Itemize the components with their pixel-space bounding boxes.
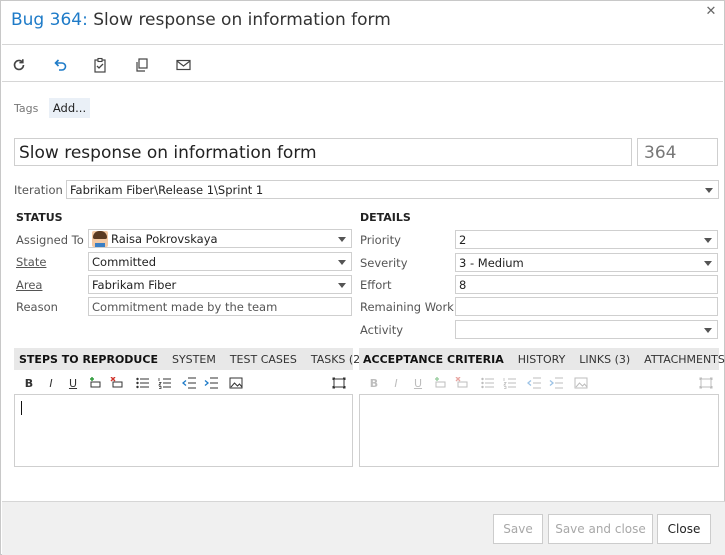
left-tab-bar: STEPS TO REPRODUCE SYSTEM TEST CASES TAS… — [14, 348, 364, 370]
text-caret — [21, 401, 22, 415]
chevron-down-icon — [704, 328, 712, 333]
tab-links[interactable]: LINKS (3) — [579, 353, 630, 366]
tab-history[interactable]: HISTORY — [518, 353, 566, 366]
id-field: 364 — [637, 138, 718, 166]
priority-value: 2 — [459, 233, 467, 247]
chevron-down-icon — [338, 283, 346, 288]
divider — [2, 81, 723, 82]
iteration-label: Iteration — [14, 183, 63, 197]
email-icon[interactable] — [174, 56, 192, 74]
tab-steps-to-reproduce[interactable]: STEPS TO REPRODUCE — [19, 353, 158, 366]
reason-label: Reason — [16, 300, 58, 314]
copy-icon[interactable] — [133, 56, 151, 74]
outdent-icon — [527, 376, 541, 390]
dialog-title-text: Slow response on information form — [93, 10, 391, 30]
add-tag-button[interactable]: Add... — [49, 98, 90, 118]
priority-select[interactable]: 2 — [455, 230, 718, 249]
effort-label: Effort — [360, 278, 392, 292]
reason-field[interactable]: Commitment made by the team — [88, 297, 352, 316]
iteration-value: Fabrikam Fiber\Release 1\Sprint 1 — [70, 183, 264, 197]
remaining-work-field[interactable] — [455, 297, 718, 316]
maximize-icon — [699, 376, 713, 390]
tab-acceptance-criteria[interactable]: ACCEPTANCE CRITERIA — [363, 353, 504, 366]
chevron-down-icon — [338, 237, 346, 242]
activity-label: Activity — [360, 323, 404, 337]
image-icon — [574, 376, 588, 390]
assigned-to-label: Assigned To — [16, 233, 84, 247]
severity-label: Severity — [360, 256, 408, 270]
chevron-down-icon — [338, 260, 346, 265]
underline-button: U — [413, 376, 423, 390]
maximize-icon[interactable] — [332, 376, 346, 390]
tab-attachments[interactable]: ATTACHMENTS — [644, 353, 725, 366]
italic-button: I — [394, 376, 398, 390]
steps-to-reproduce-editor[interactable] — [14, 394, 353, 467]
dialog-title: Bug 364: Slow response on information fo… — [11, 10, 391, 30]
italic-button[interactable]: I — [44, 376, 58, 390]
tab-tasks[interactable]: TASKS (2) — [311, 353, 365, 366]
chevron-down-icon — [704, 238, 712, 243]
outdent-icon[interactable] — [182, 376, 196, 390]
state-select[interactable]: Committed — [88, 252, 352, 271]
severity-value: 3 - Medium — [459, 256, 524, 270]
numbered-list-icon[interactable] — [157, 376, 171, 390]
right-editor-toolbar: B I U — [359, 373, 719, 393]
state-label: State — [16, 255, 47, 269]
clipboard-check-icon[interactable] — [91, 56, 109, 74]
chevron-down-icon — [705, 188, 713, 193]
close-button[interactable]: Close — [657, 514, 711, 544]
avatar — [92, 231, 108, 247]
save-and-close-button[interactable]: Save and close — [548, 514, 653, 544]
numbered-list-icon — [502, 376, 516, 390]
effort-field[interactable]: 8 — [455, 275, 718, 294]
right-tab-bar: ACCEPTANCE CRITERIA HISTORY LINKS (3) AT… — [359, 348, 725, 370]
left-editor-toolbar: B I U — [14, 373, 353, 393]
font-color-icon[interactable] — [110, 376, 124, 390]
indent-icon[interactable] — [204, 376, 218, 390]
tab-system[interactable]: SYSTEM — [172, 353, 216, 366]
highlight-icon — [433, 376, 447, 390]
severity-select[interactable]: 3 - Medium — [455, 253, 718, 272]
assigned-to-value: Raisa Pokrovskaya — [111, 232, 218, 246]
image-icon[interactable] — [229, 376, 243, 390]
font-color-icon — [455, 376, 469, 390]
tags-label: Tags — [14, 102, 39, 115]
acceptance-criteria-editor[interactable] — [359, 394, 719, 467]
status-heading: STATUS — [16, 211, 63, 224]
tab-test-cases[interactable]: TEST CASES — [230, 353, 297, 366]
iteration-select[interactable]: Fabrikam Fiber\Release 1\Sprint 1 — [66, 180, 719, 199]
state-value: Committed — [92, 255, 157, 269]
priority-label: Priority — [360, 233, 401, 247]
bug-reference: Bug 364: — [11, 10, 88, 30]
divider — [2, 44, 723, 45]
work-item-dialog: Bug 364: Slow response on information fo… — [0, 0, 725, 555]
bullet-list-icon[interactable] — [135, 376, 149, 390]
indent-icon — [549, 376, 563, 390]
refresh-icon[interactable] — [10, 56, 28, 74]
chevron-down-icon — [704, 261, 712, 266]
assigned-to-select[interactable]: Raisa Pokrovskaya — [88, 229, 352, 248]
details-heading: DETAILS — [360, 211, 411, 224]
bold-button[interactable]: B — [22, 376, 36, 390]
close-icon[interactable]: ✕ — [704, 5, 718, 19]
save-button[interactable]: Save — [493, 514, 543, 544]
title-field[interactable]: Slow response on information form — [14, 138, 632, 166]
remaining-work-label: Remaining Work — [360, 300, 454, 314]
underline-button[interactable]: U — [66, 376, 80, 390]
area-select[interactable]: Fabrikam Fiber — [88, 275, 352, 294]
highlight-icon[interactable] — [88, 376, 102, 390]
bold-button: B — [369, 376, 379, 390]
dialog-footer: Save Save and close Close — [2, 501, 725, 555]
bullet-list-icon — [480, 376, 494, 390]
activity-select[interactable] — [455, 320, 718, 339]
area-label: Area — [16, 278, 43, 292]
area-value: Fabrikam Fiber — [92, 278, 177, 292]
undo-icon[interactable] — [51, 56, 69, 74]
